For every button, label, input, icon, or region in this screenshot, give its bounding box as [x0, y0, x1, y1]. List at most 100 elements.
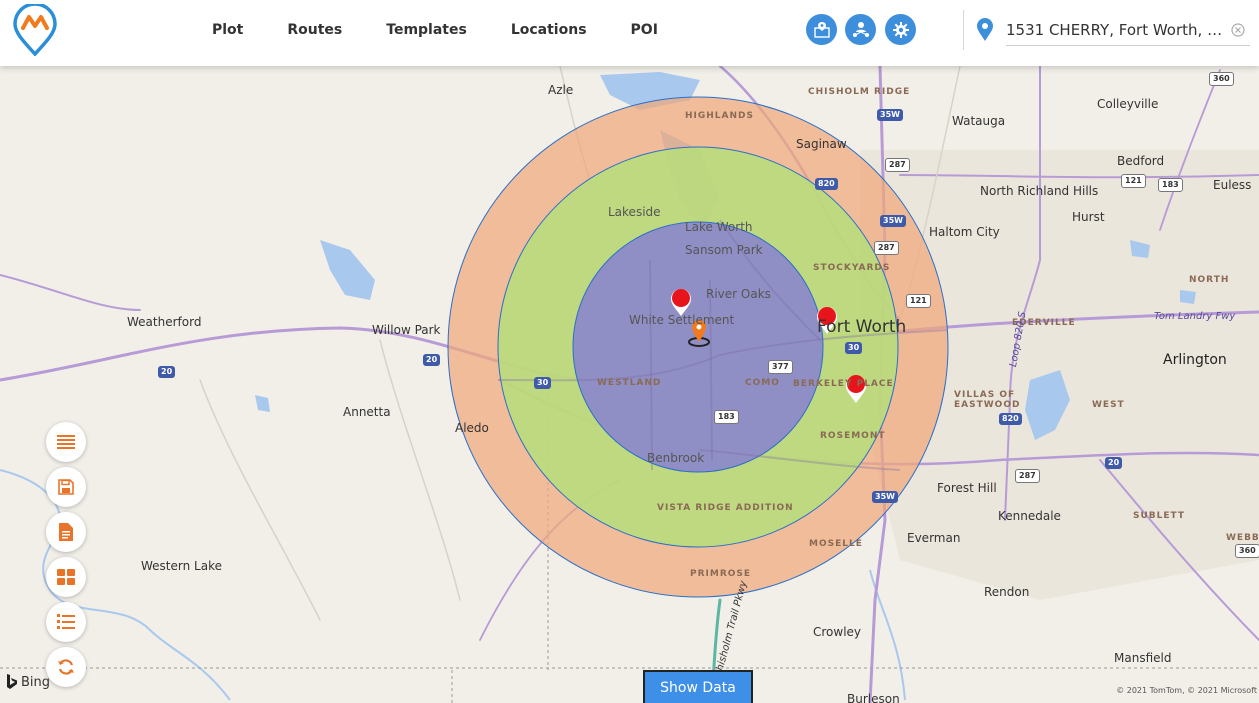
place-label: Crowley — [813, 625, 862, 639]
settings-button[interactable] — [885, 14, 916, 45]
highway-shield: 183 — [714, 410, 739, 424]
highway-shield: 35W — [877, 109, 903, 121]
district-label: ROSEMONT — [820, 431, 886, 441]
place-label: Mansfield — [1114, 651, 1172, 665]
clear-icon[interactable] — [1231, 23, 1245, 37]
highway-shield: 360 — [1209, 72, 1234, 86]
district-label: WEBB — [1226, 533, 1259, 543]
district-label: STOCKYARDS — [813, 263, 891, 273]
place-label: Aledo — [455, 421, 489, 435]
district-label: BERKELEY PLACE — [793, 379, 894, 389]
highway-shield: 183 — [1158, 178, 1183, 192]
place-label: Kennedale — [998, 509, 1061, 523]
place-label: Bedford — [1117, 154, 1165, 168]
highway-shield: 820 — [815, 178, 838, 190]
district-label: WESTLAND — [597, 378, 662, 388]
address-search-box — [1006, 14, 1250, 46]
highway-shield: 35W — [872, 491, 898, 503]
highway-shield: 377 — [768, 360, 793, 374]
radius-ring-inner[interactable] — [572, 221, 824, 473]
place-label: Saginaw — [796, 137, 847, 151]
place-label: Hurst — [1072, 210, 1105, 224]
gear-icon — [892, 21, 909, 38]
place-label: Watauga — [952, 114, 1006, 128]
refresh-button[interactable] — [46, 647, 86, 687]
grid-view-button[interactable] — [46, 557, 86, 597]
road-label: Tom Landry Fwy — [1154, 311, 1236, 322]
place-label: Annetta — [343, 405, 391, 419]
place-label: River Oaks — [706, 287, 771, 301]
place-label: Lake Worth — [685, 220, 753, 234]
district-label: VILLAS OF EASTWOOD — [954, 390, 1021, 410]
app-header: Plot Routes Templates Locations POI — [0, 0, 1259, 66]
map-canvas[interactable]: Azle CHISHOLM RIDGE Colleyville HIGHLAND… — [0, 66, 1259, 703]
highway-shield: 287 — [885, 158, 910, 172]
district-label: PRIMROSE — [690, 569, 752, 579]
district-label: WEST — [1092, 400, 1125, 410]
highway-shield: 20 — [158, 366, 176, 378]
nav-templates[interactable]: Templates — [386, 22, 467, 38]
bing-attribution: Bing — [6, 674, 50, 690]
highway-shield: 287 — [874, 241, 899, 255]
location-pin-icon — [977, 18, 993, 41]
users-network-icon — [852, 21, 869, 37]
app-logo-icon[interactable] — [12, 4, 58, 56]
highway-shield: 287 — [1015, 469, 1040, 483]
place-label: Benbrook — [647, 451, 705, 465]
district-label: CHISHOLM RIDGE — [808, 87, 911, 97]
bing-logo-icon — [7, 674, 17, 689]
place-label: Weatherford — [127, 315, 202, 329]
show-data-button[interactable]: Show Data — [643, 670, 753, 703]
map-document-icon — [813, 21, 830, 38]
place-label: Rendon — [984, 585, 1030, 599]
ordered-list-button[interactable] — [46, 602, 86, 642]
place-label: Sansom Park — [685, 243, 763, 257]
place-label: Forest Hill — [937, 481, 997, 495]
highway-shield: 121 — [906, 294, 931, 308]
layers-list-button[interactable] — [46, 422, 86, 462]
menu-lines-icon — [57, 435, 75, 449]
district-label: SUBLETT — [1133, 511, 1186, 521]
highway-shield: 30 — [534, 377, 552, 389]
highway-shield: 35W — [880, 215, 906, 227]
district-label: NORTH — [1189, 275, 1230, 285]
document-button[interactable] — [46, 512, 86, 552]
place-label: Lakeside — [608, 205, 661, 219]
refresh-icon — [58, 659, 74, 675]
nav-routes[interactable]: Routes — [287, 22, 342, 38]
nav-plot[interactable]: Plot — [212, 22, 243, 38]
header-divider — [963, 10, 964, 50]
nav-locations[interactable]: Locations — [511, 22, 587, 38]
main-nav: Plot Routes Templates Locations POI — [190, 0, 680, 60]
map-document-button[interactable] — [806, 14, 837, 45]
users-network-button[interactable] — [845, 14, 876, 45]
city-label-fort-worth: Fort Worth — [817, 317, 907, 337]
city-label-arlington: Arlington — [1163, 352, 1227, 368]
district-label: VISTA RIDGE ADDITION — [657, 503, 794, 513]
bing-label: Bing — [21, 674, 51, 690]
grid-icon — [57, 569, 75, 585]
district-label: COMO — [745, 378, 780, 388]
address-search-input[interactable] — [1006, 16, 1228, 44]
nav-poi[interactable]: POI — [631, 22, 658, 38]
place-label: North Richland Hills — [980, 184, 1099, 198]
place-label: White Settlement — [629, 313, 735, 327]
district-label: MOSELLE — [809, 539, 863, 549]
save-icon — [58, 479, 74, 495]
numbered-list-icon — [57, 614, 75, 629]
map-copyright: © 2021 TomTom, © 2021 Microsoft — [1116, 686, 1257, 695]
highway-shield: 820 — [999, 413, 1022, 425]
save-button[interactable] — [46, 467, 86, 507]
place-label: Western Lake — [141, 559, 222, 573]
place-label: Everman — [907, 531, 961, 545]
place-label: Burleson — [847, 692, 900, 703]
highway-shield: 20 — [423, 354, 441, 366]
place-label: Euless — [1213, 178, 1252, 192]
highway-shield: 121 — [1121, 174, 1146, 188]
highway-shield: 30 — [845, 342, 863, 354]
highway-shield: 360 — [1235, 544, 1259, 558]
highway-shield: 20 — [1105, 457, 1123, 469]
place-label: Willow Park — [372, 323, 441, 337]
place-label: Haltom City — [929, 225, 1000, 239]
document-icon — [59, 523, 73, 541]
